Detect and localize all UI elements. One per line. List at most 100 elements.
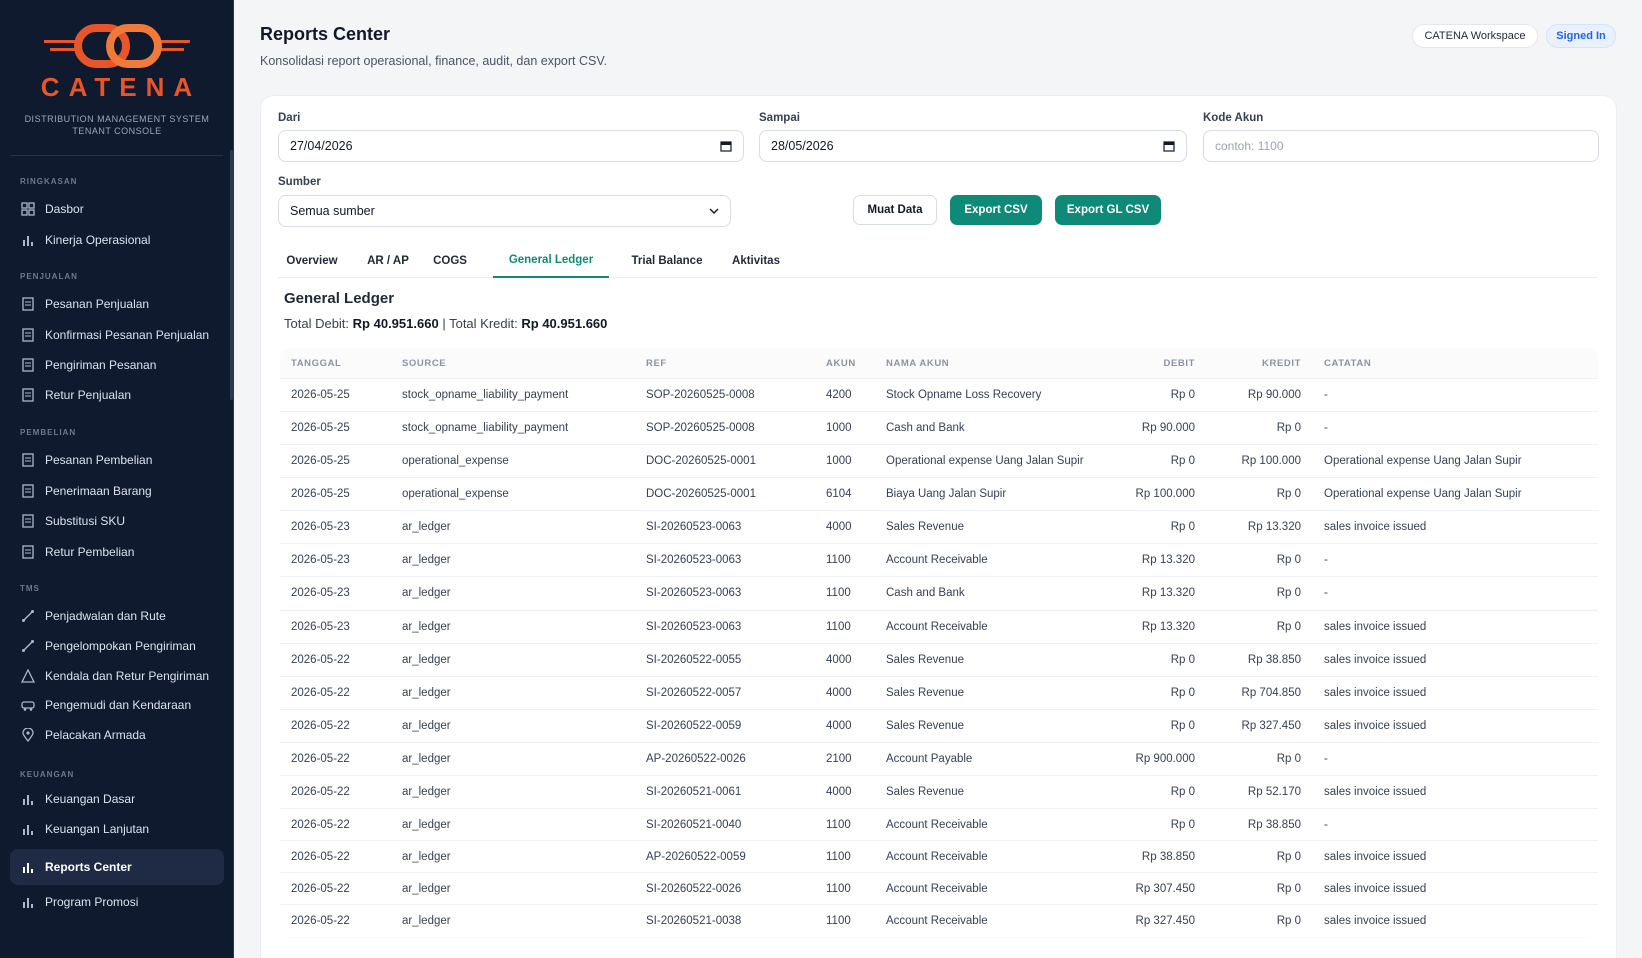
sidebar-item-dasbor[interactable]: Dasbor: [10, 194, 224, 224]
table-row[interactable]: 2026-05-22 ar_ledger AP-20260522-0026 2100 A…: [280, 742, 1598, 775]
cell-credit: Rp 0: [1276, 851, 1301, 863]
cell-credit: Rp 38.850: [1247, 819, 1301, 831]
cell-date: 2026-05-22: [291, 883, 350, 895]
workspace-badge[interactable]: CATENA Workspace: [1412, 24, 1538, 48]
bar-chart-icon: [21, 233, 35, 247]
cell-debit: Rp 38.850: [1141, 851, 1195, 863]
cell-account-name: Account Payable: [886, 753, 973, 765]
col-akun: AKUN: [826, 358, 856, 369]
sidebar-item-keuangan-dasar[interactable]: Keuangan Dasar: [10, 784, 224, 814]
account-code-input[interactable]: contoh: 1100: [1203, 130, 1599, 162]
table-row[interactable]: 2026-05-23 ar_ledger SI-20260523-0063 4000 S…: [280, 510, 1598, 543]
sidebar-item-pengelompokan-pengiriman[interactable]: Pengelompokan Pengiriman: [10, 631, 224, 661]
cell-credit: Rp 100.000: [1241, 455, 1301, 467]
cell-account: 1100: [826, 587, 851, 599]
sidebar-item-pelacakan-armada[interactable]: Pelacakan Armada: [10, 720, 224, 750]
sidebar-item-reports-center[interactable]: Reports Center: [10, 849, 224, 885]
cell-source: ar_ledger: [402, 915, 451, 927]
cell-date: 2026-05-22: [291, 720, 350, 732]
sidebar-item-label: Kinerja Operasional: [45, 233, 151, 247]
cell-source: ar_ledger: [402, 883, 451, 895]
sidebar-item-retur-penjualan[interactable]: Retur Penjualan: [10, 380, 224, 410]
export-csv-button[interactable]: Export CSV: [950, 195, 1042, 225]
tab-ar-ap[interactable]: AR / AP: [360, 244, 416, 278]
calendar-icon[interactable]: [1163, 140, 1175, 152]
sidebar-scrollbar[interactable]: [230, 150, 233, 400]
section-keuangan: KEUANGAN: [20, 770, 75, 779]
report-tabs: Overview AR / AP COGS General Ledger Tri…: [278, 244, 1598, 278]
cell-source: ar_ledger: [402, 587, 451, 599]
cell-source: ar_ledger: [402, 621, 451, 633]
table-row[interactable]: 2026-05-22 ar_ledger SI-20260521-0040 1100 A…: [280, 808, 1598, 841]
sidebar-item-penerimaan-barang[interactable]: Penerimaan Barang: [10, 476, 224, 506]
tab-trial-balance[interactable]: Trial Balance: [623, 244, 711, 278]
cell-account: 1100: [826, 851, 851, 863]
sidebar-item-retur-pembelian[interactable]: Retur Pembelian: [10, 537, 224, 567]
cell-account: 1100: [826, 621, 851, 633]
table-row[interactable]: 2026-05-25 stock_opname_liability_payment…: [280, 411, 1598, 444]
cell-account: 1000: [826, 455, 852, 467]
table-row[interactable]: 2026-05-23 ar_ledger SI-20260523-0063 1100 A…: [280, 543, 1598, 576]
table-row[interactable]: 2026-05-22 ar_ledger SI-20260522-0057 4000 S…: [280, 676, 1598, 709]
tab-aktivitas[interactable]: Aktivitas: [725, 244, 787, 278]
sidebar-item-program-promosi[interactable]: Program Promosi: [10, 887, 224, 917]
cell-credit: Rp 0: [1276, 753, 1301, 765]
sidebar-item-keuangan-lanjutan[interactable]: Keuangan Lanjutan: [10, 814, 224, 844]
sidebar-item-konfirmasi-pesanan[interactable]: Konfirmasi Pesanan Penjualan: [10, 320, 224, 350]
to-date-input[interactable]: 28/05/2026: [759, 130, 1187, 162]
sidebar-item-penjadwalan-rute[interactable]: Penjadwalan dan Rute: [10, 601, 224, 631]
vehicle-icon: [21, 698, 35, 712]
tab-cogs[interactable]: COGS: [429, 244, 471, 278]
brand-logo[interactable]: CATENA DISTRIBUTION MANAGEMENT SYSTEM TE…: [0, 22, 234, 137]
table-row[interactable]: 2026-05-23 ar_ledger SI-20260523-0063 1100 A…: [280, 610, 1598, 643]
table-row[interactable]: 2026-05-23 ar_ledger SI-20260523-0063 1100 C…: [280, 576, 1598, 609]
sidebar-item-kendala-retur[interactable]: Kendala dan Retur Pengiriman: [10, 661, 224, 691]
bar-chart-icon: [21, 792, 35, 806]
sidebar-item-kinerja-operasional[interactable]: Kinerja Operasional: [10, 225, 224, 255]
cell-credit: Rp 38.850: [1247, 654, 1301, 666]
cell-credit: Rp 13.320: [1247, 521, 1301, 533]
cell-debit: Rp 13.320: [1141, 554, 1195, 566]
sidebar-item-pengiriman-pesanan[interactable]: Pengiriman Pesanan: [10, 350, 224, 380]
export-gl-csv-button[interactable]: Export GL CSV: [1055, 195, 1161, 225]
table-row[interactable]: 2026-05-22 ar_ledger SI-20260522-0055 4000 S…: [280, 643, 1598, 676]
cell-date: 2026-05-22: [291, 654, 350, 666]
cell-credit: Rp 704.850: [1241, 687, 1301, 699]
table-row[interactable]: 2026-05-25 operational_expense DOC-2026052…: [280, 477, 1598, 510]
load-data-button[interactable]: Muat Data: [853, 195, 937, 225]
sidebar-item-substitusi-sku[interactable]: Substitusi SKU: [10, 506, 224, 536]
table-row[interactable]: 2026-05-25 stock_opname_liability_payment…: [280, 378, 1598, 411]
cell-note: -: [1324, 753, 1328, 765]
cell-account-name: Operational expense Uang Jalan Supir: [886, 455, 1084, 467]
cell-debit: Rp 327.450: [1135, 915, 1195, 927]
cell-account-name: Sales Revenue: [886, 720, 964, 732]
source-select[interactable]: Semua sumber: [278, 195, 731, 227]
cell-ref: SI-20260522-0026: [646, 883, 742, 895]
tab-overview[interactable]: Overview: [278, 244, 346, 278]
sidebar-item-pesanan-pembelian[interactable]: Pesanan Pembelian: [10, 445, 224, 475]
table-row[interactable]: 2026-05-22 ar_ledger AP-20260522-0059 1100 A…: [280, 840, 1598, 873]
sidebar-item-label: Keuangan Lanjutan: [45, 822, 150, 836]
tab-general-ledger[interactable]: General Ledger: [493, 244, 609, 278]
cell-source: stock_opname_liability_payment: [402, 389, 569, 401]
table-row[interactable]: 2026-05-25 operational_expense DOC-2026052…: [280, 444, 1598, 477]
table-row[interactable]: 2026-05-22 ar_ledger SI-20260521-0061 4000 S…: [280, 775, 1598, 808]
cell-date: 2026-05-22: [291, 786, 350, 798]
table-row[interactable]: 2026-05-22 ar_ledger SI-20260521-0038 1100 A…: [280, 904, 1598, 937]
total-debit-label: Total Debit:: [284, 316, 350, 331]
sidebar-item-label: Pengemudi dan Kendaraan: [45, 698, 192, 712]
calendar-icon[interactable]: [720, 140, 732, 152]
signed-in-badge: Signed In: [1546, 24, 1616, 48]
table-row[interactable]: 2026-05-22 ar_ledger SI-20260522-0059 4000 S…: [280, 709, 1598, 742]
from-date-input[interactable]: 27/04/2026: [278, 130, 744, 162]
warning-icon: [21, 669, 35, 683]
cell-note: sales invoice issued: [1324, 915, 1427, 927]
table-row[interactable]: 2026-05-22 ar_ledger SI-20260522-0026 1100 A…: [280, 872, 1598, 905]
location-pin-icon: [21, 728, 35, 742]
cell-account-name: Account Receivable: [886, 554, 988, 566]
sidebar-item-label: Keuangan Dasar: [45, 792, 136, 806]
sidebar-item-pesanan-penjualan[interactable]: Pesanan Penjualan: [10, 289, 224, 319]
cell-ref: SI-20260521-0061: [646, 786, 742, 798]
cell-debit: Rp 0: [1170, 521, 1195, 533]
sidebar-item-pengemudi-kendaraan[interactable]: Pengemudi dan Kendaraan: [10, 690, 224, 720]
